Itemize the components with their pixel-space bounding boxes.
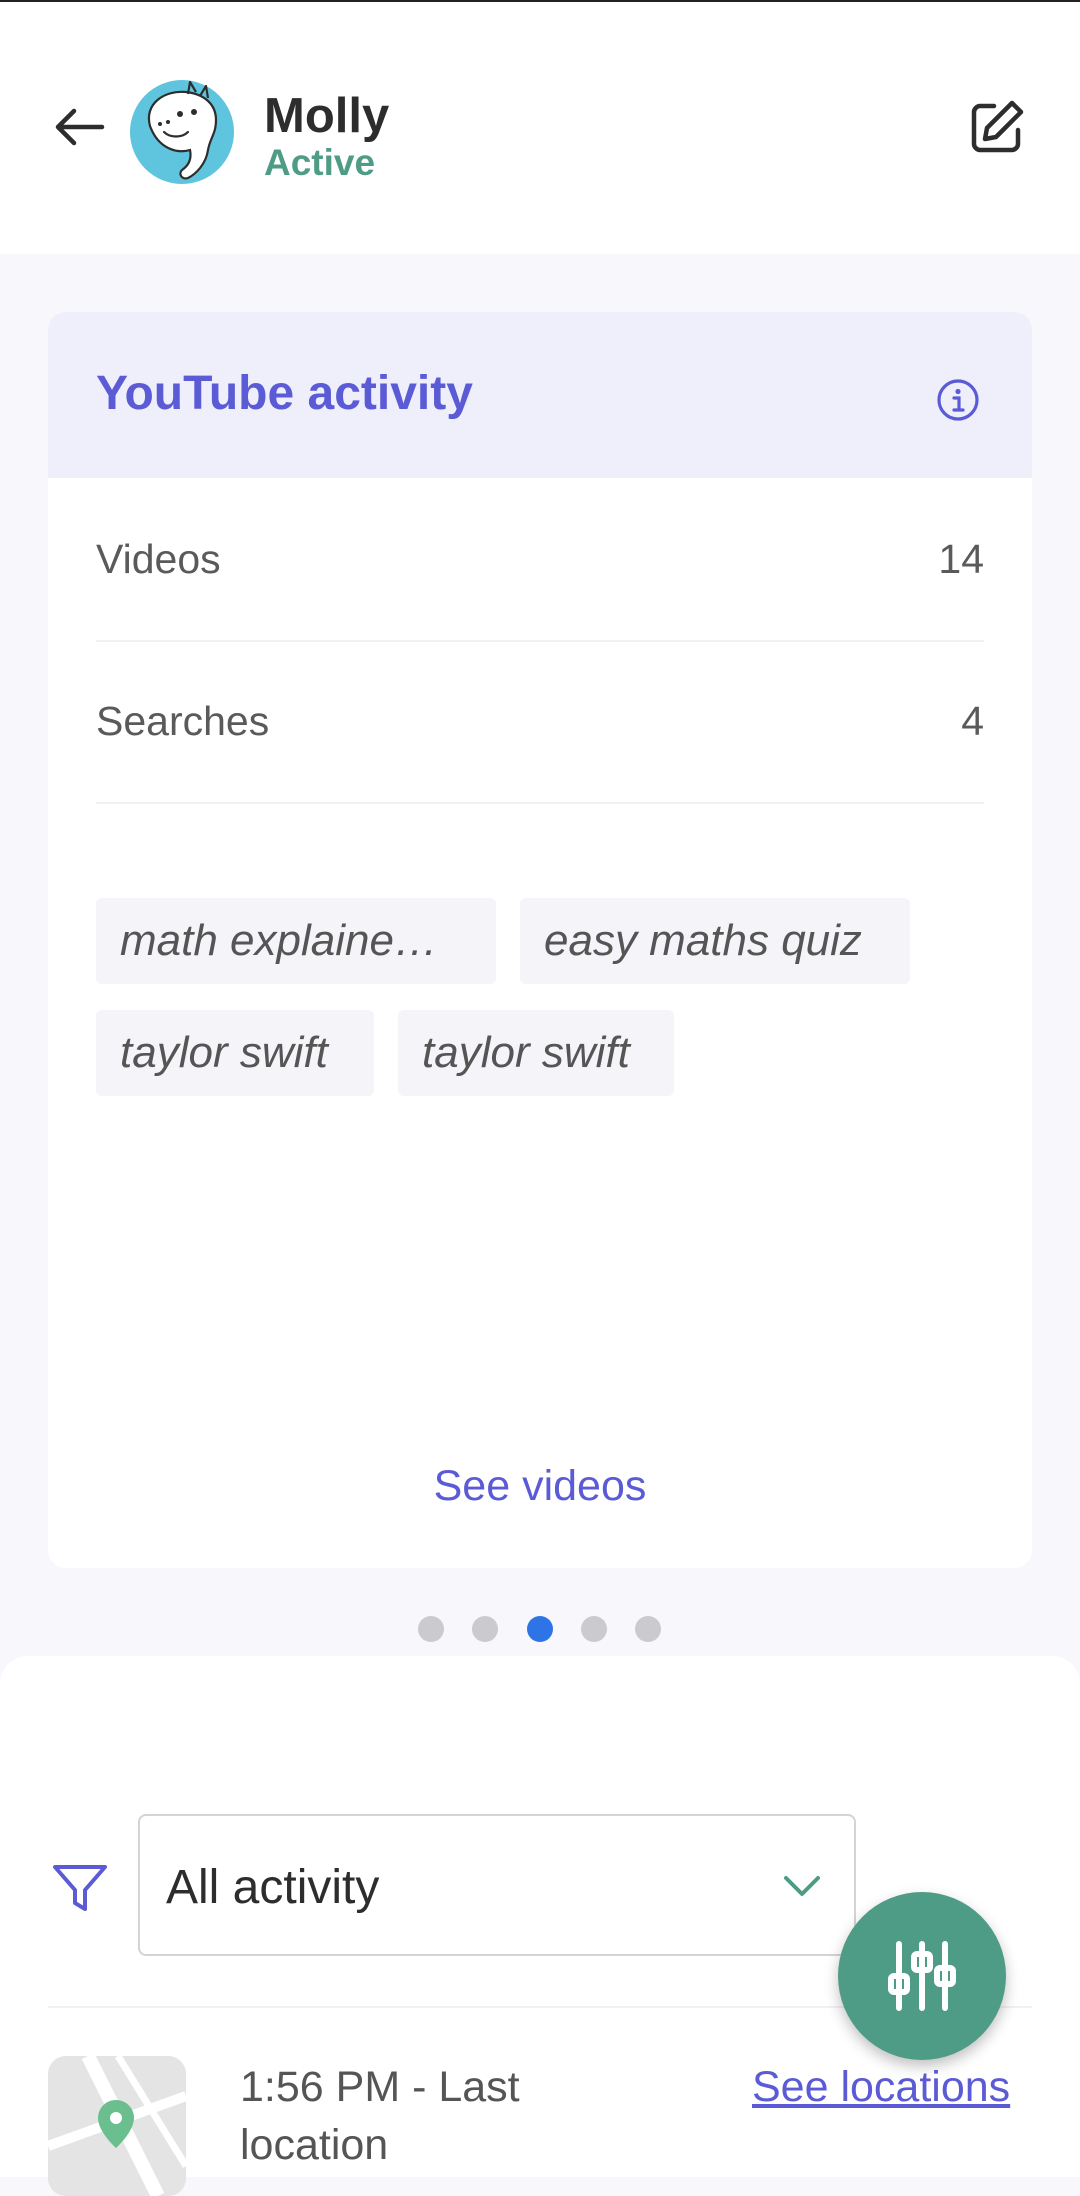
filter-icon xyxy=(53,1865,107,1911)
hippo-avatar-icon xyxy=(130,80,234,184)
back-button[interactable] xyxy=(44,92,114,162)
info-button[interactable] xyxy=(928,370,988,430)
filter-button[interactable] xyxy=(48,1856,112,1920)
arrow-left-icon xyxy=(55,108,105,146)
pager-dot-active[interactable] xyxy=(527,1616,553,1642)
adjust-settings-button[interactable] xyxy=(838,1892,1006,2060)
last-location-text: 1:56 PM - Last location xyxy=(240,2063,520,2169)
stat-row-searches: Searches 4 xyxy=(96,640,984,804)
stat-label: Searches xyxy=(96,698,270,744)
card-header: YouTube activity xyxy=(48,312,1032,478)
avatar xyxy=(130,74,242,186)
profile-name: Molly xyxy=(264,89,390,143)
search-chip[interactable]: taylor swift xyxy=(398,1010,674,1096)
see-locations-link[interactable]: See locations xyxy=(752,2058,1010,2116)
pager-dot[interactable] xyxy=(472,1616,498,1642)
edit-icon xyxy=(971,100,1024,153)
search-chip[interactable]: math explaine… xyxy=(96,898,496,984)
info-icon xyxy=(937,379,979,421)
pager-dot[interactable] xyxy=(581,1616,607,1642)
search-chip[interactable]: taylor swift xyxy=(96,1010,374,1096)
edit-button[interactable] xyxy=(962,92,1032,162)
pager-dot[interactable] xyxy=(418,1616,444,1642)
card-title: YouTube activity xyxy=(96,367,473,420)
chevron-down-icon xyxy=(784,1876,820,1896)
profile-status: Active xyxy=(264,142,376,183)
search-chip[interactable]: easy maths quiz xyxy=(520,898,910,984)
profile-header: Molly Active xyxy=(0,2,1080,254)
stat-row-videos: Videos 14 xyxy=(96,478,984,642)
select-value: All activity xyxy=(166,1861,380,1914)
see-videos-link[interactable]: See videos xyxy=(48,1462,1032,1511)
carousel-pager xyxy=(0,1616,1080,1642)
youtube-activity-card: YouTube activity Videos 14 Searches 4 ma… xyxy=(48,312,1032,1568)
map-pin-icon xyxy=(48,2056,186,2196)
stat-value: 14 xyxy=(938,536,984,582)
stat-label: Videos xyxy=(96,536,221,582)
stat-value: 4 xyxy=(961,698,984,744)
map-thumbnail[interactable] xyxy=(48,2056,186,2196)
activity-filter-select[interactable]: All activity xyxy=(138,1814,856,1956)
pager-dot[interactable] xyxy=(635,1616,661,1642)
sliders-icon xyxy=(888,1941,956,2011)
